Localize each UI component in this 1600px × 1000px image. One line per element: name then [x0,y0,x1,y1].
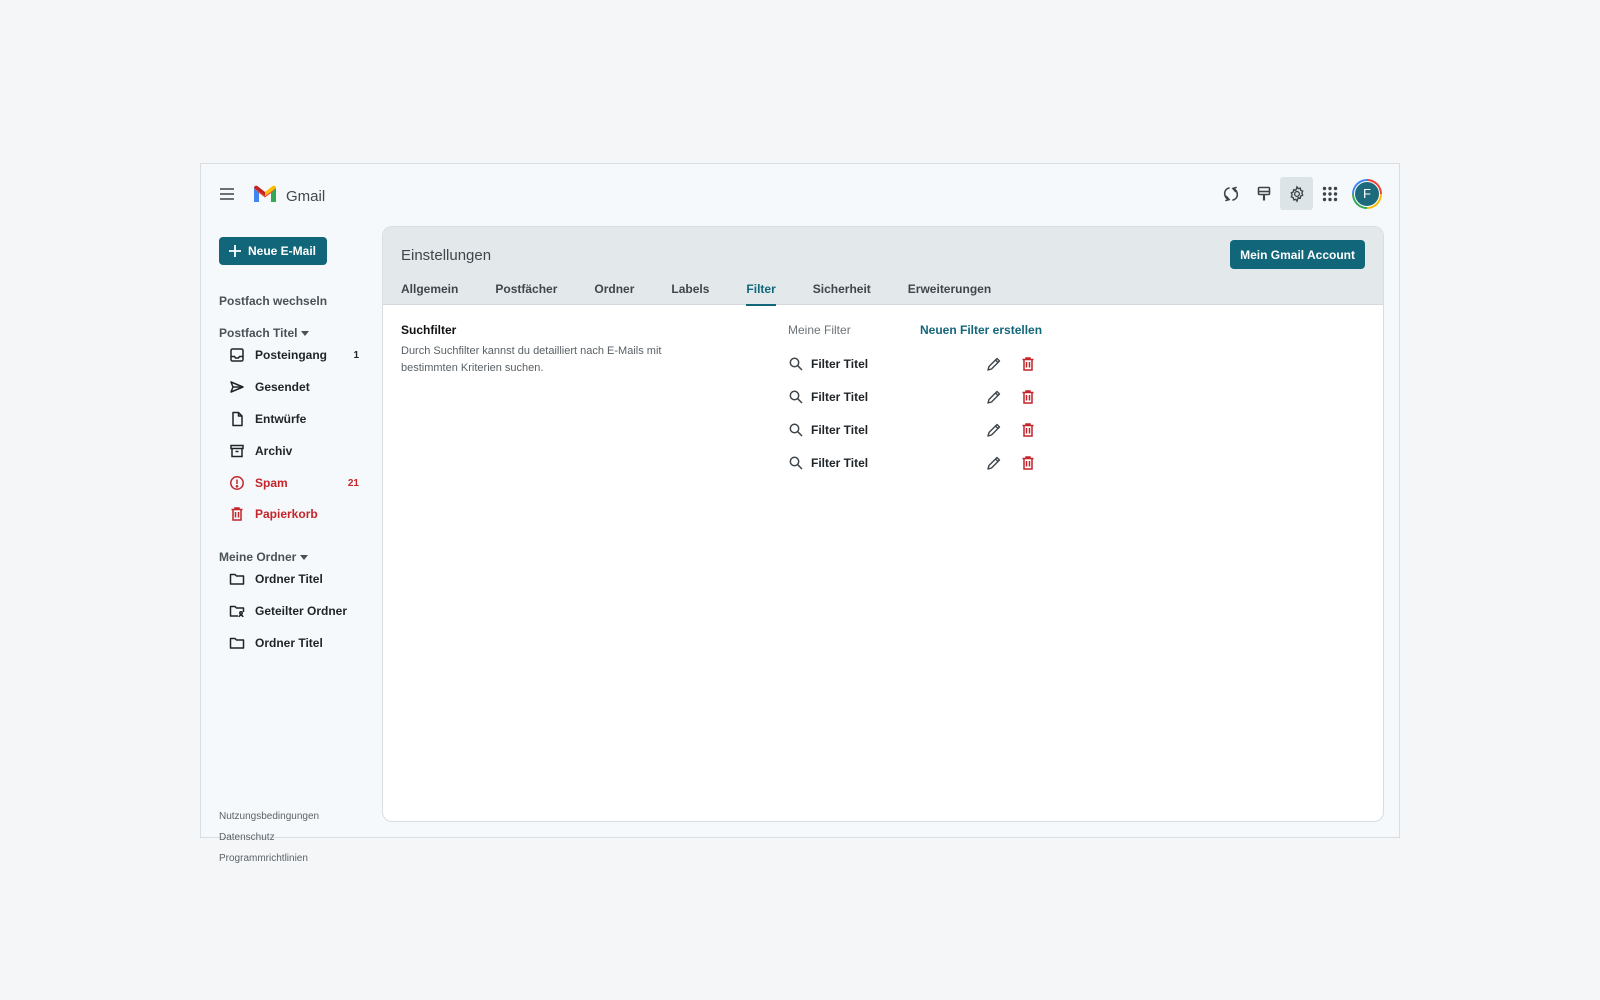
avatar-initial: F [1354,180,1380,207]
sidebar-item-archive[interactable]: Archiv [229,440,359,462]
sidebar-item-label: Papierkorb [255,507,318,521]
page-title: Einstellungen [401,247,492,264]
tab-postfaecher[interactable]: Postfächer [495,282,557,305]
apps-grid-icon [1322,186,1337,201]
filter-row[interactable]: Filter Titel [788,419,1038,441]
footer-links: Nutzungsbedingungen Datenschutz Programm… [219,811,319,874]
sidebar-item-label: Ordner Titel [255,572,323,586]
compose-button[interactable]: Neue E-Mail [219,237,328,265]
sidebar-item-label: Archiv [255,444,293,458]
send-icon [229,379,245,395]
account-avatar[interactable]: F [1352,178,1382,209]
terms-link[interactable]: Nutzungsbedingungen [219,811,319,832]
section-description: Durch Suchfilter kannst du detailliert n… [401,345,662,374]
trash-icon[interactable] [1020,455,1036,471]
mailbox-heading-label: Postfach Titel [219,326,298,340]
archive-icon [229,443,245,459]
spam-count: 21 [347,477,359,489]
create-filter-link[interactable]: Neuen Filter erstellen [920,323,1042,337]
trash-icon[interactable] [1020,356,1036,372]
sidebar-item-sent[interactable]: Gesendet [229,376,359,398]
folders-heading[interactable]: Meine Ordner [219,550,309,564]
tab-erweiterungen[interactable]: Erweiterungen [908,282,991,305]
app-name: Gmail [286,188,326,205]
unread-count: 1 [353,349,359,361]
spam-icon [229,475,245,491]
compose-label: Neue E-Mail [248,244,317,258]
filter-row[interactable]: Filter Titel [788,386,1038,408]
filter-row[interactable]: Filter Titel [788,353,1038,375]
shared-folder-icon [229,603,245,619]
sync-icon [1223,186,1238,201]
sidebar-item-inbox[interactable]: Posteingang 1 [229,344,359,366]
sidebar-item-label: Geteilter Ordner [255,604,348,618]
sidebar-item-drafts[interactable]: Entwürfe [229,408,359,430]
trash-icon [229,506,245,522]
search-icon [789,456,803,470]
gear-icon [1289,184,1304,203]
pencil-icon[interactable] [986,389,1002,405]
switch-mailbox-label: Postfach wechseln [219,294,328,308]
sidebar-folder-1[interactable]: Ordner Titel [229,568,359,590]
gmail-logo[interactable]: Gmail [252,184,325,209]
sidebar-item-label: Ordner Titel [255,636,323,650]
search-icon [789,423,803,437]
caret-down-icon [301,330,310,336]
trash-icon[interactable] [1020,389,1036,405]
filter-title: Filter Titel [811,357,869,371]
settings-tabs: Allgemein Postfächer Ordner Labels Filte… [401,282,1028,306]
tab-filter[interactable]: Filter [746,282,777,306]
switch-mailbox-link[interactable]: Postfach wechseln [219,294,327,308]
trash-icon[interactable] [1020,422,1036,438]
pencil-icon[interactable] [986,455,1002,471]
sidebar-item-label: Entwürfe [255,412,307,426]
folders-heading-label: Meine Ordner [219,550,297,564]
folder-icon [229,635,245,651]
mailbox-heading[interactable]: Postfach Titel [219,326,310,340]
sidebar-item-label: Gesendet [255,380,310,394]
draft-icon [229,411,245,427]
sidebar: Neue E-Mail Postfach wechseln Postfach T… [201,224,379,864]
apps-button[interactable] [1313,177,1346,210]
privacy-link[interactable]: Datenschutz [219,832,319,853]
search-icon [789,357,803,371]
sidebar-folder-2[interactable]: Geteilter Ordner [229,600,359,622]
sidebar-item-spam[interactable]: Spam 21 [229,472,359,494]
app-window: Gmail F Neue E-Mail Postfach wechseln Po… [200,163,1400,864]
settings-button[interactable] [1280,177,1313,210]
sidebar-item-label: Posteingang [255,348,328,362]
pencil-icon[interactable] [986,422,1002,438]
folder-icon [229,571,245,587]
sync-button[interactable] [1214,177,1247,210]
gmail-m-icon [252,184,278,209]
tab-ordner[interactable]: Ordner [594,282,634,305]
top-bar: Gmail F [201,164,1399,224]
filters-list-label: Meine Filter [788,323,851,337]
search-icon [789,390,803,404]
filter-row[interactable]: Filter Titel [788,452,1038,474]
filter-title: Filter Titel [811,423,869,437]
sidebar-folder-3[interactable]: Ordner Titel [229,632,359,654]
caret-down-icon [300,554,309,560]
hamburger-menu-icon[interactable] [218,185,236,203]
filter-title: Filter Titel [811,390,869,404]
theme-button[interactable] [1247,177,1280,210]
plus-icon [229,245,241,257]
pencil-icon[interactable] [986,356,1002,372]
tab-sicherheit[interactable]: Sicherheit [813,282,871,305]
paint-icon [1257,186,1270,200]
policies-link[interactable]: Programmrichtlinien [219,853,319,874]
section-title: Suchfilter [401,323,457,337]
sidebar-item-label: Spam [255,476,288,490]
tab-allgemein[interactable]: Allgemein [401,282,458,305]
filter-title: Filter Titel [811,456,869,470]
tab-labels[interactable]: Labels [671,282,709,305]
inbox-icon [229,347,245,363]
settings-header: Einstellungen Mein Gmail Account Allgeme… [383,227,1383,306]
settings-panel: Einstellungen Mein Gmail Account Allgeme… [382,226,1384,822]
top-actions: F [1214,177,1382,210]
sidebar-item-trash[interactable]: Papierkorb [229,503,359,525]
my-account-button[interactable]: Mein Gmail Account [1230,240,1365,269]
